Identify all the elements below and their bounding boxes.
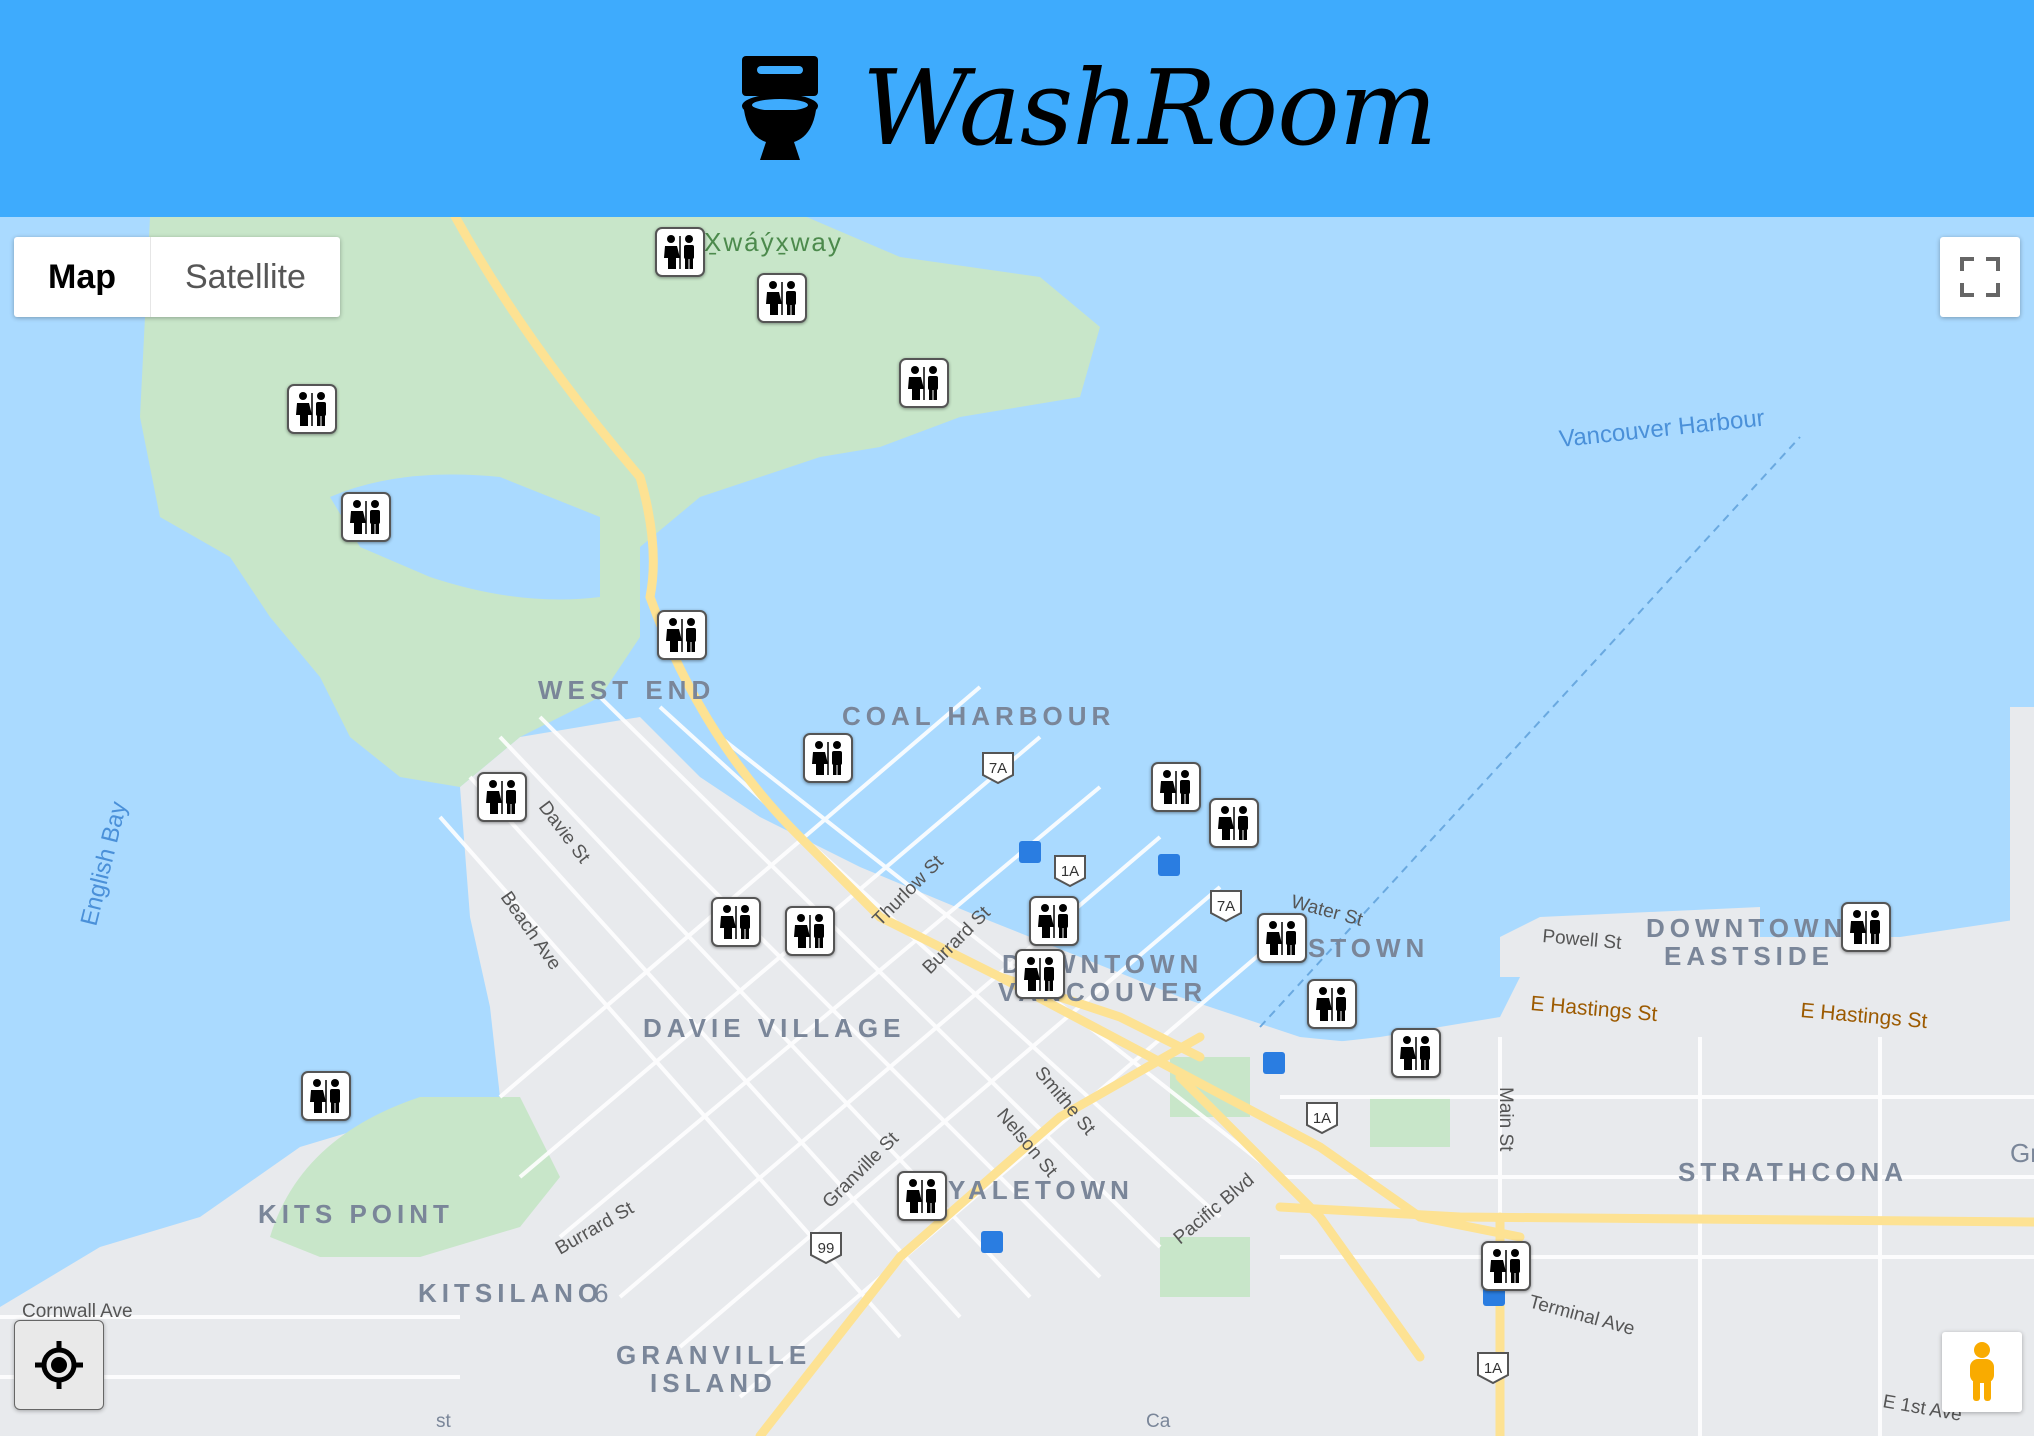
transit-station-icon[interactable] [981,1231,1003,1253]
my-location-icon [35,1341,83,1389]
app-title: WashRoom [862,47,1437,169]
washroom-icon [766,281,796,315]
washroom-marker[interactable] [657,610,707,660]
brand: WashRoom [740,38,1437,178]
route-shield-label: 99 [818,1240,835,1257]
map-label: st [436,1411,452,1432]
washroom-marker[interactable] [1391,1028,1441,1078]
washroom-icon [1038,904,1068,938]
washroom-icon [906,1179,936,1213]
washroom-marker[interactable] [477,772,527,822]
neighbourhood-label: DOWNTOWN [1646,913,1847,943]
washroom-marker[interactable] [899,358,949,408]
washroom-marker[interactable] [803,733,853,783]
washroom-icon [1400,1036,1430,1070]
route-shield-label: 7A [1217,898,1235,915]
washroom-icon [1218,806,1248,840]
washroom-marker[interactable] [1841,902,1891,952]
neighbourhood-label: STOWN [1308,933,1429,963]
washroom-icon [1316,987,1346,1021]
washroom-icon [794,914,824,948]
map-type-satellite[interactable]: Satellite [151,237,340,317]
app-header: WashRoom [0,0,2034,217]
route-shield-label: 1A [1061,863,1079,880]
washroom-icon [664,235,694,269]
washroom-marker[interactable] [1257,913,1307,963]
washroom-icon [1160,770,1190,804]
street-label: Cornwall Ave [22,1301,133,1322]
neighbourhood-label: STRATHCONA [1678,1157,1908,1187]
washroom-icon [296,392,326,426]
toilet-icon [742,56,818,160]
neighbourhood-label: ISLAND [650,1368,777,1398]
washroom-marker[interactable] [711,897,761,947]
washroom-icon [1490,1249,1520,1283]
map-label: Gr [2010,1138,2034,1168]
washroom-icon [310,1079,340,1113]
neighbourhood-label: YALETOWN [948,1175,1134,1205]
map-type-map[interactable]: Map [14,237,151,317]
map-view[interactable]: WEST END COAL HARBOUR DAVIE VILLAGE DOWNTOW… [0,217,2034,1436]
park-label: X̱wáýx̱way [704,227,843,257]
washroom-marker[interactable] [1481,1241,1531,1291]
route-shield-label: 7A [989,760,1007,777]
transit-station-icon[interactable] [1158,854,1180,876]
map-label: Ca [1146,1411,1171,1432]
washroom-marker[interactable] [785,906,835,956]
washroom-marker[interactable] [1151,762,1201,812]
washroom-marker[interactable] [1015,949,1065,999]
washroom-marker[interactable] [655,227,705,277]
washroom-marker[interactable] [1209,798,1259,848]
washroom-marker[interactable] [1029,896,1079,946]
map-type-control[interactable]: Map Satellite [14,237,340,317]
washroom-icon [908,366,938,400]
water-label: Vancouver Harbour [1558,405,1766,453]
washroom-icon [1850,910,1880,944]
street-label: Main St [1495,1087,1516,1152]
street-view-button[interactable] [1942,1332,2022,1412]
neighbourhood-label: COAL HARBOUR [842,701,1115,731]
transit-station-icon[interactable] [1019,841,1041,863]
my-location-button[interactable] [14,1320,104,1410]
washroom-marker[interactable] [301,1071,351,1121]
route-shield-label: 1A [1313,1110,1331,1127]
fullscreen-button[interactable] [1940,237,2020,317]
water-label: English Bay [76,799,133,929]
washroom-icon [720,905,750,939]
washroom-icon [812,741,842,775]
washroom-marker[interactable] [287,384,337,434]
pegman-icon [1970,1342,1994,1401]
washroom-icon [1266,921,1296,955]
washroom-icon [350,500,380,534]
neighbourhood-label: WEST END [538,675,715,705]
pier-piece [2010,707,2034,937]
neighbourhood-label: EASTSIDE [1664,941,1834,971]
washroom-marker[interactable] [897,1171,947,1221]
neighbourhood-label: GRANVILLE [616,1340,811,1370]
washroom-marker[interactable] [1307,979,1357,1029]
washroom-icon [1024,957,1054,991]
washroom-marker[interactable] [757,273,807,323]
washroom-marker[interactable] [341,492,391,542]
map-label: 6 [594,1278,608,1308]
washroom-icon [666,618,696,652]
route-shield-label: 1A [1484,1360,1502,1377]
washroom-icon [486,780,516,814]
neighbourhood-label: KITSILANO [418,1278,603,1308]
neighbourhood-label: DAVIE VILLAGE [643,1013,905,1043]
fullscreen-icon [1960,257,2000,297]
neighbourhood-label: KITS POINT [258,1199,454,1229]
transit-station-icon[interactable] [1263,1052,1285,1074]
